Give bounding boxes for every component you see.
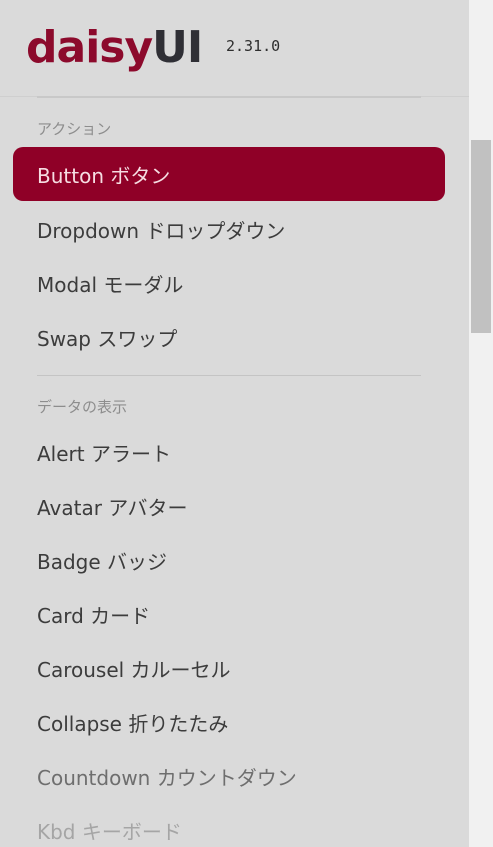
menu-item-swap[interactable]: Swap スワップ xyxy=(13,310,445,364)
menu-item-modal[interactable]: Modal モーダル xyxy=(13,256,445,310)
daisyui-logo[interactable]: daisyUI xyxy=(26,18,203,78)
version-label: 2.31.0 xyxy=(226,37,281,55)
scrollbar-thumb[interactable] xyxy=(471,140,491,333)
section-title-actions: アクション xyxy=(37,120,112,138)
menu-item-button[interactable]: Button ボタン xyxy=(13,147,445,201)
sidebar: daisyUI 2.31.0 アクション Button ボタン Dropdown… xyxy=(0,0,469,847)
menu-item-dropdown[interactable]: Dropdown ドロップダウン xyxy=(13,202,445,256)
menu-item-avatar[interactable]: Avatar アバター xyxy=(13,479,445,533)
logo-text-ui: UI xyxy=(152,22,203,73)
menu-item-carousel[interactable]: Carousel カルーセル xyxy=(13,641,445,695)
divider xyxy=(37,96,421,98)
logo-text-daisy: daisy xyxy=(26,22,153,73)
menu-item-countdown[interactable]: Countdown カウントダウン xyxy=(13,749,445,803)
menu-item-badge[interactable]: Badge バッジ xyxy=(13,533,445,587)
sidebar-header: daisyUI 2.31.0 xyxy=(0,0,469,97)
menu-item-collapse[interactable]: Collapse 折りたたみ xyxy=(13,695,445,749)
menu-item-kbd[interactable]: Kbd キーボード xyxy=(13,803,445,847)
scrollbar[interactable] xyxy=(469,0,493,847)
section-title-data-display: データの表示 xyxy=(37,398,128,416)
menu-item-card[interactable]: Card カード xyxy=(13,587,445,641)
menu-item-alert[interactable]: Alert アラート xyxy=(13,425,445,479)
scrolled-off-item xyxy=(28,0,198,6)
divider xyxy=(37,375,421,376)
